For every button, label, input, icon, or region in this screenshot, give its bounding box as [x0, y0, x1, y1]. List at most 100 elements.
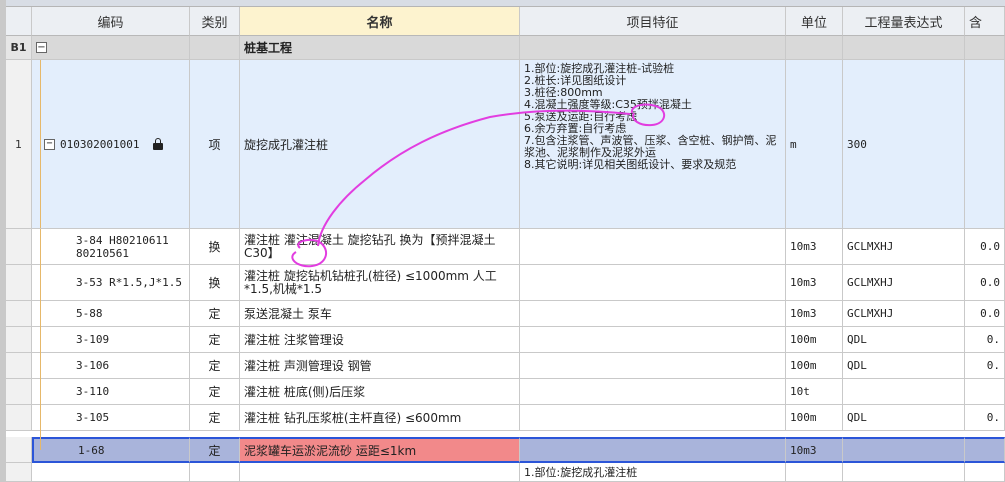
sub-expression-cell[interactable]: QDL — [843, 353, 965, 379]
sub-code-cell[interactable]: 5-88 — [32, 301, 190, 327]
sub-feature-cell[interactable] — [520, 229, 786, 265]
sub-code-cell[interactable]: 3-53 R*1.5,J*1.5 — [32, 265, 190, 301]
sub-expression-cell[interactable]: GCLMXHJ — [843, 265, 965, 301]
section-feature-cell[interactable] — [520, 36, 786, 60]
sub-type-cell[interactable]: 定 — [190, 437, 240, 463]
next-code-cell[interactable] — [32, 463, 190, 482]
sub-type-cell[interactable]: 定 — [190, 379, 240, 405]
sub-expression-cell[interactable]: QDL — [843, 405, 965, 431]
section-type-cell[interactable] — [190, 36, 240, 60]
next-quantity-cell[interactable] — [965, 463, 1005, 482]
collapse-icon[interactable]: − — [36, 42, 47, 53]
table-row[interactable]: 3-84 H80210611 80210561 换 灌注桩 灌注混凝土 旋挖钻孔… — [0, 229, 1005, 265]
column-header-unit[interactable]: 单位 — [786, 7, 843, 36]
section-name-cell[interactable]: 桩基工程 — [240, 36, 520, 60]
table-row[interactable]: 3-110 定 灌注桩 桩底(侧)后压浆 10t — [0, 379, 1005, 405]
column-header-quantity[interactable]: 含 — [965, 7, 1005, 36]
sub-type-cell[interactable]: 定 — [190, 405, 240, 431]
sub-quantity-cell[interactable]: 0. — [965, 405, 1005, 431]
sub-code-cell[interactable]: 3-109 — [32, 327, 190, 353]
sub-quantity-cell[interactable] — [965, 379, 1005, 405]
sub-quantity-cell[interactable]: 0. — [965, 327, 1005, 353]
sub-quantity-cell[interactable] — [965, 437, 1005, 463]
collapse-icon[interactable]: − — [44, 138, 55, 150]
table-row[interactable]: 5-88 定 泵送混凝土 泵车 10m3 GCLMXHJ 0.0 — [0, 301, 1005, 327]
sub-feature-cell[interactable] — [520, 353, 786, 379]
sub-unit-cell[interactable]: 10m3 — [786, 301, 843, 327]
column-header-expression[interactable]: 工程量表达式 — [843, 7, 965, 36]
sub-feature-cell[interactable] — [520, 327, 786, 353]
sub-feature-cell[interactable] — [520, 405, 786, 431]
sub-quantity-cell[interactable]: 0. — [965, 353, 1005, 379]
sub-type-cell[interactable]: 定 — [190, 353, 240, 379]
sub-type-cell[interactable]: 换 — [190, 265, 240, 301]
next-feature-cell[interactable]: 1.部位:旋挖成孔灌注桩 — [520, 463, 786, 482]
sub-code-cell[interactable]: 3-110 — [32, 379, 190, 405]
column-header-type[interactable]: 类别 — [190, 7, 240, 36]
sub-type-cell[interactable]: 定 — [190, 301, 240, 327]
section-code-cell[interactable]: − — [32, 36, 190, 60]
table-row[interactable]: 3-109 定 灌注桩 注浆管理设 100m QDL 0. — [0, 327, 1005, 353]
sub-unit-cell[interactable]: 100m — [786, 405, 843, 431]
sub-feature-cell[interactable] — [520, 265, 786, 301]
sub-quantity-cell[interactable]: 0.0 — [965, 301, 1005, 327]
sub-expression-cell[interactable]: QDL — [843, 327, 965, 353]
column-header-name[interactable]: 名称 — [240, 7, 520, 36]
item-expression-cell[interactable]: 300 — [843, 60, 965, 229]
sub-name-cell[interactable]: 灌注桩 旋挖钻机钻桩孔(桩径) ≤1000mm 人工*1.5,机械*1.5 — [240, 265, 520, 301]
sub-code-cell[interactable]: 1-68 — [32, 437, 190, 463]
sub-unit-cell[interactable]: 10m3 — [786, 437, 843, 463]
sub-feature-cell[interactable] — [520, 379, 786, 405]
quota-grid: 编码 类别 名称 项目特征 单位 工程量表达式 含 B1 − 桩基工程 1 − … — [0, 0, 1005, 482]
sub-name-cell[interactable]: 灌注桩 灌注混凝土 旋挖钻孔 换为【预拌混凝土 C30】 — [240, 229, 520, 265]
sub-feature-cell[interactable] — [520, 301, 786, 327]
sub-code-cell[interactable]: 3-105 — [32, 405, 190, 431]
sub-quantity-cell[interactable]: 0.0 — [965, 265, 1005, 301]
item-quantity-cell[interactable] — [965, 60, 1005, 229]
sub-code-cell[interactable]: 3-106 — [32, 353, 190, 379]
sub-name-cell[interactable]: 泵送混凝土 泵车 — [240, 301, 520, 327]
row-number — [6, 379, 32, 405]
sub-unit-cell[interactable]: 10m3 — [786, 265, 843, 301]
sub-expression-cell[interactable]: GCLMXHJ — [843, 301, 965, 327]
sub-expression-cell[interactable]: GCLMXHJ — [843, 229, 965, 265]
section-row[interactable]: B1 − 桩基工程 — [0, 36, 1005, 60]
next-expression-cell[interactable] — [843, 463, 965, 482]
sub-unit-cell[interactable]: 10t — [786, 379, 843, 405]
sub-name-cell[interactable]: 灌注桩 桩底(侧)后压浆 — [240, 379, 520, 405]
sub-type-cell[interactable]: 换 — [190, 229, 240, 265]
sub-expression-cell[interactable] — [843, 437, 965, 463]
sub-unit-cell[interactable]: 100m — [786, 327, 843, 353]
sub-name-cell[interactable]: 灌注桩 注浆管理设 — [240, 327, 520, 353]
item-type-cell[interactable]: 项 — [190, 60, 240, 229]
sub-unit-cell[interactable]: 10m3 — [786, 229, 843, 265]
sub-name-cell[interactable]: 泥浆罐车运淤泥流砂 运距≤1km — [240, 437, 520, 463]
sub-unit-cell[interactable]: 100m — [786, 353, 843, 379]
sub-name-cell[interactable]: 灌注桩 声测管理设 钢管 — [240, 353, 520, 379]
sub-expression-cell[interactable] — [843, 379, 965, 405]
section-quantity-cell[interactable] — [965, 36, 1005, 60]
table-row[interactable]: 3-106 定 灌注桩 声测管理设 钢管 100m QDL 0. — [0, 353, 1005, 379]
table-row-partial[interactable]: 1.部位:旋挖成孔灌注桩 — [0, 463, 1005, 482]
sub-code-cell[interactable]: 3-84 H80210611 80210561 — [32, 229, 190, 265]
item-feature-cell[interactable]: 1.部位:旋挖成孔灌注桩-试验桩 2.桩长:详见图纸设计 3.桩径:800mm … — [520, 60, 786, 229]
list-item-row[interactable]: 1 − 010302001001 项 旋挖成孔灌注桩 1.部位:旋挖成孔灌注桩-… — [0, 60, 1005, 229]
item-code-cell[interactable]: − 010302001001 — [32, 60, 190, 229]
table-row[interactable]: 3-53 R*1.5,J*1.5 换 灌注桩 旋挖钻机钻桩孔(桩径) ≤1000… — [0, 265, 1005, 301]
item-unit-cell[interactable]: m — [786, 60, 843, 229]
sub-quantity-cell[interactable]: 0.0 — [965, 229, 1005, 265]
next-type-cell[interactable] — [190, 463, 240, 482]
section-expression-cell[interactable] — [843, 36, 965, 60]
next-name-cell[interactable] — [240, 463, 520, 482]
next-unit-cell[interactable] — [786, 463, 843, 482]
table-row-selected[interactable]: 1-68 定 泥浆罐车运淤泥流砂 运距≤1km 10m3 — [0, 437, 1005, 463]
column-header-code[interactable]: 编码 — [32, 7, 190, 36]
sub-feature-cell[interactable] — [520, 437, 786, 463]
section-unit-cell[interactable] — [786, 36, 843, 60]
column-header-feature[interactable]: 项目特征 — [520, 7, 786, 36]
item-name-cell[interactable]: 旋挖成孔灌注桩 — [240, 60, 520, 229]
sub-name-cell[interactable]: 灌注桩 钻孔压浆桩(主杆直径) ≤600mm — [240, 405, 520, 431]
sub-type-cell[interactable]: 定 — [190, 327, 240, 353]
table-row[interactable]: 3-105 定 灌注桩 钻孔压浆桩(主杆直径) ≤600mm 100m QDL … — [0, 405, 1005, 431]
tree-line — [40, 229, 41, 450]
